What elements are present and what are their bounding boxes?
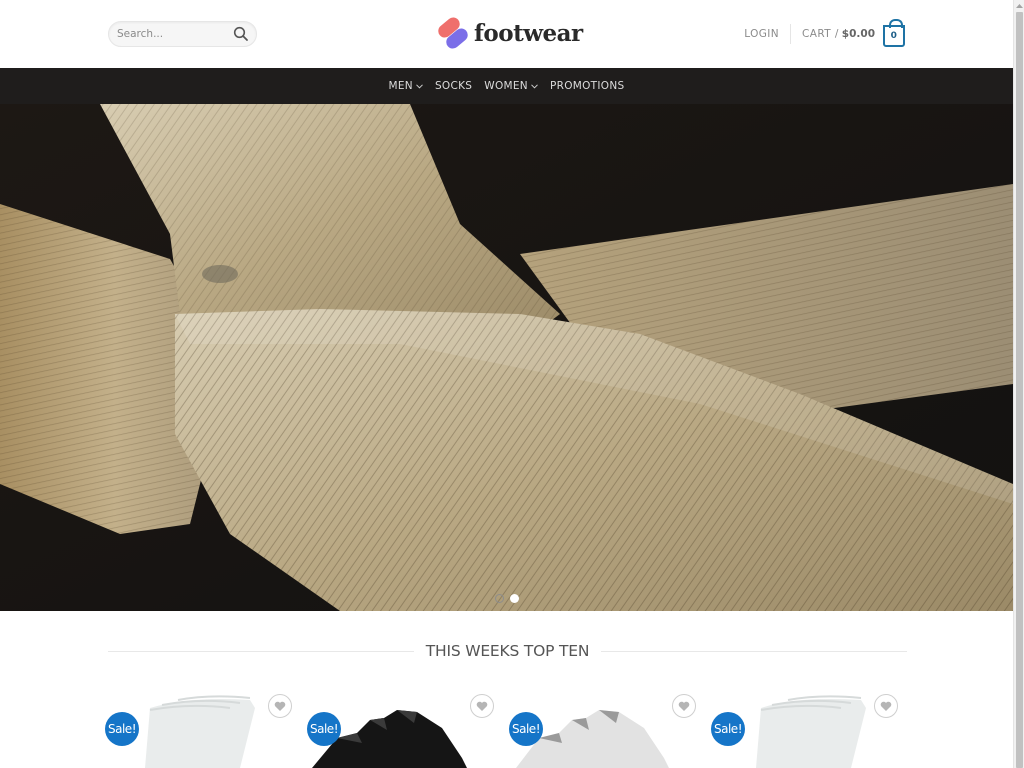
cart-label: CART /	[802, 28, 839, 40]
cart-count: 0	[890, 31, 898, 41]
divider	[790, 24, 792, 44]
slider-dot-2[interactable]	[509, 594, 519, 603]
section-heading: THIS WEEKS TOP TEN	[108, 638, 908, 664]
product-card[interactable]: Sale!	[302, 688, 497, 768]
divider-line	[108, 650, 414, 652]
nav-label: PROMOTIONS	[549, 80, 625, 92]
section-title: THIS WEEKS TOP TEN	[425, 642, 590, 660]
hero-slider[interactable]	[0, 104, 1013, 611]
nav-item-men[interactable]: MEN	[389, 80, 423, 92]
logo-text: footwear	[474, 19, 583, 47]
nav-label: MEN	[388, 80, 413, 92]
main-nav: MEN SOCKS WOMEN PROMOTIONS	[0, 68, 1013, 104]
search-box	[108, 21, 257, 47]
sale-badge: Sale!	[105, 712, 139, 746]
scroll-up-arrow-icon[interactable]	[1014, 0, 1024, 11]
chevron-down-icon	[416, 83, 423, 89]
heart-icon[interactable]	[268, 694, 292, 718]
footwear-logo-icon	[436, 16, 470, 50]
cart-link[interactable]: CART / $0.00 0	[802, 19, 905, 47]
sale-badge: Sale!	[711, 712, 745, 746]
nav-item-promotions[interactable]: PROMOTIONS	[550, 80, 625, 92]
nav-item-socks[interactable]: SOCKS	[435, 80, 472, 92]
site-header: footwear LOGIN CART / $0.00 0	[0, 0, 1013, 68]
cart-total: $0.00	[841, 28, 875, 40]
nav-item-women[interactable]: WOMEN	[484, 80, 538, 92]
login-link[interactable]: LOGIN	[744, 28, 779, 40]
heart-icon[interactable]	[470, 694, 494, 718]
slider-dot-1[interactable]	[494, 594, 504, 603]
sale-badge: Sale!	[307, 712, 341, 746]
scrollbar-thumb[interactable]	[1016, 12, 1023, 768]
vertical-scrollbar[interactable]	[1013, 0, 1024, 768]
nav-label: SOCKS	[434, 80, 473, 92]
sale-badge: Sale!	[509, 712, 543, 746]
hero-image	[0, 104, 1013, 611]
cart-bag-icon[interactable]: 0	[883, 19, 905, 47]
search-input[interactable]	[117, 26, 232, 42]
heart-icon[interactable]	[672, 694, 696, 718]
chevron-down-icon	[531, 83, 538, 89]
account-nav: LOGIN CART / $0.00 0	[744, 19, 905, 47]
heart-icon[interactable]	[874, 694, 898, 718]
page: footwear LOGIN CART / $0.00 0 MEN SOCKS …	[0, 0, 1013, 768]
product-grid: Sale! Sale! Sale! Sale!	[100, 688, 920, 768]
slider-dots	[0, 594, 1013, 603]
divider-line	[601, 650, 908, 652]
site-logo[interactable]: footwear	[436, 15, 583, 51]
product-card[interactable]: Sale!	[504, 688, 699, 768]
product-card[interactable]: Sale!	[100, 688, 295, 768]
search-icon[interactable]	[233, 26, 249, 42]
nav-label: WOMEN	[484, 80, 528, 92]
product-card[interactable]: Sale!	[706, 688, 901, 768]
